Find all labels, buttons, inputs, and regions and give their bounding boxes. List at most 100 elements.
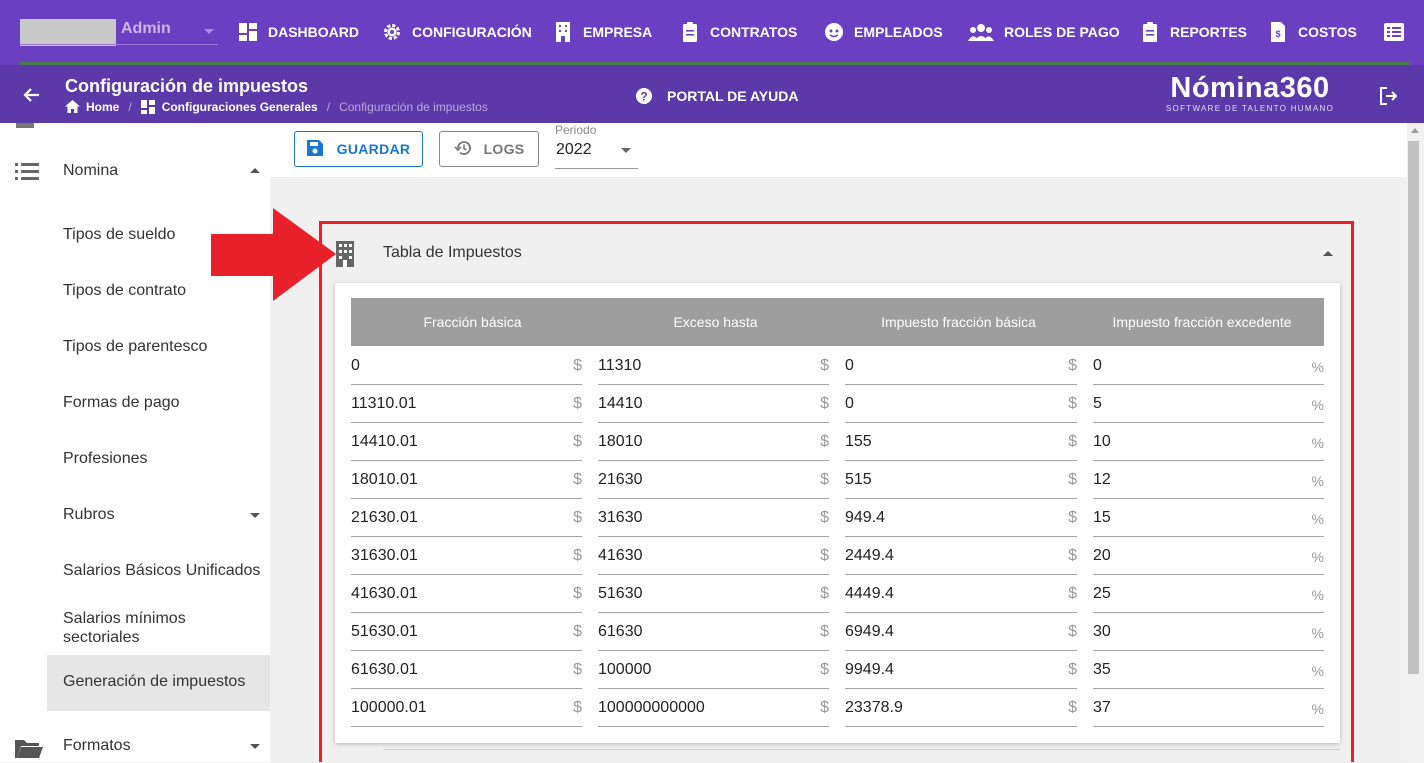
cell-value: 41630	[598, 547, 643, 564]
brand-logo: Nómina360 SOFTWARE DE TALENTO HUMANO	[1160, 73, 1340, 113]
table-cell-input[interactable]: 100000 $	[598, 651, 829, 689]
chevron-down-icon[interactable]	[621, 148, 631, 153]
nav-contratos[interactable]: CONTRATOS	[680, 20, 797, 44]
table-cell-input[interactable]: 11310 $	[598, 347, 829, 385]
table-cell-input[interactable]: 23378.9 $	[845, 689, 1077, 727]
user-avatar[interactable]	[20, 19, 116, 46]
table-cell-input[interactable]: 4449.4 $	[845, 575, 1077, 613]
nav-reportes[interactable]: REPORTES	[1140, 20, 1247, 44]
table-cell-input[interactable]: 0 $	[845, 385, 1077, 423]
sidebar-item-rubros[interactable]: Rubros	[63, 506, 115, 524]
percent-unit: %	[1311, 625, 1324, 641]
sidebar-item-formas-de-pago[interactable]: Formas de pago	[63, 394, 180, 412]
table-cell-input[interactable]: 14410.01 $	[351, 423, 582, 461]
table-cell-input[interactable]: 41630 $	[598, 537, 829, 575]
table-cell-input[interactable]: 21630 $	[598, 461, 829, 499]
chevron-down-icon[interactable]	[250, 513, 260, 518]
table-cell-input[interactable]: 14410 $	[598, 385, 829, 423]
user-select-underline	[20, 44, 218, 45]
table-cell-input[interactable]: 0 $	[351, 347, 582, 385]
table-cell-input[interactable]: 31630 $	[598, 499, 829, 537]
table-cell-input[interactable]: 30%	[1093, 613, 1324, 651]
table-cell-input[interactable]: 9949.4 $	[845, 651, 1077, 689]
cell-value: 51630	[598, 585, 643, 602]
table-cell-input[interactable]: 20%	[1093, 537, 1324, 575]
table-cell-input[interactable]: 41630.01 $	[351, 575, 582, 613]
table-cell-input[interactable]: 0 $	[845, 347, 1077, 385]
logout-icon[interactable]	[1380, 87, 1398, 105]
table-cell-input[interactable]: 35%	[1093, 651, 1324, 689]
column-header: Fracción básica	[423, 314, 522, 330]
dollar-unit: $	[573, 471, 582, 488]
table-cell-input[interactable]: 51630 $	[598, 575, 829, 613]
table-cell-input[interactable]: 18010.01 $	[351, 461, 582, 499]
page-header: Configuración de impuestos Home / Config…	[0, 65, 1424, 123]
dollar-unit: $	[573, 585, 582, 602]
table-cell-input[interactable]: 5%	[1093, 385, 1324, 423]
table-cell-input[interactable]: 949.4 $	[845, 499, 1077, 537]
nav-configuracion[interactable]: CONFIGURACIÓN	[382, 20, 532, 44]
table-cell-input[interactable]: 12%	[1093, 461, 1324, 499]
sidebar-item-tipos-de-parentesco[interactable]: Tipos de parentesco	[63, 338, 207, 356]
chevron-up-icon[interactable]	[250, 168, 260, 173]
nav-label: EMPRESA	[583, 24, 653, 40]
table-cell-input[interactable]: 515 $	[845, 461, 1077, 499]
chevron-up-icon[interactable]	[1323, 251, 1333, 256]
table-cell-input[interactable]: 25%	[1093, 575, 1324, 613]
table-cell-input[interactable]: 100000.01 $	[351, 689, 582, 727]
sidebar-section-nomina[interactable]: Nomina	[63, 162, 118, 180]
table-cell-input[interactable]: 155 $	[845, 423, 1077, 461]
scroll-up-arrow-icon[interactable]	[1411, 128, 1419, 133]
dollar-unit: $	[820, 547, 829, 564]
table-cell-input[interactable]: 6949.4 $	[845, 613, 1077, 651]
table-cell-input[interactable]: 61630.01 $	[351, 651, 582, 689]
sidebar-item-salarios-minimos[interactable]: Salarios mínimos sectoriales	[63, 609, 253, 647]
nav-label: CONFIGURACIÓN	[412, 24, 532, 40]
cell-value: 9949.4	[845, 661, 894, 678]
table-cell-input[interactable]: 51630.01 $	[351, 613, 582, 651]
help-portal-link[interactable]: ? PORTAL DE AYUDA	[636, 88, 798, 104]
nav-costos[interactable]: $ COSTOS	[1268, 20, 1357, 44]
scrollbar-thumb[interactable]	[1408, 141, 1419, 674]
dollar-unit: $	[1068, 357, 1077, 374]
sidebar-item-salarios-basicos[interactable]: Salarios Básicos Unificados	[63, 562, 260, 580]
breadcrumb-separator: /	[128, 100, 132, 114]
user-menu-caret-icon[interactable]	[204, 29, 214, 34]
cell-value: 949.4	[845, 509, 886, 526]
table-cell-input[interactable]: 11310.01 $	[351, 385, 582, 423]
sidebar-item-generacion-de-impuestos[interactable]: Generación de impuestos	[47, 655, 270, 711]
user-name[interactable]: Admin	[121, 20, 171, 38]
table-cell-input[interactable]: 10%	[1093, 423, 1324, 461]
table-cell-input[interactable]: 2449.4 $	[845, 537, 1077, 575]
table-cell-input[interactable]: 61630 $	[598, 613, 829, 651]
periodo-select[interactable]: 2022	[556, 141, 592, 159]
nav-empleados[interactable]: EMPLEADOS	[824, 20, 943, 44]
table-cell-input[interactable]: 31630.01 $	[351, 537, 582, 575]
nav-roles-de-pago[interactable]: ROLES DE PAGO	[968, 20, 1120, 44]
table-cell-input[interactable]: 0%	[1093, 347, 1324, 385]
table-cell-input[interactable]: 18010 $	[598, 423, 829, 461]
table-cell-input[interactable]: 21630.01 $	[351, 499, 582, 537]
sidebar-item-profesiones[interactable]: Profesiones	[63, 450, 148, 468]
save-button[interactable]: GUARDAR	[294, 131, 423, 167]
sidebar-item-tipos-de-contrato[interactable]: Tipos de contrato	[63, 282, 186, 300]
dollar-unit: $	[820, 661, 829, 678]
table-cell-input[interactable]: 100000000000 $	[598, 689, 829, 727]
sidebar-item-tipos-de-sueldo[interactable]: Tipos de sueldo	[63, 226, 175, 244]
logs-button[interactable]: LOGS	[439, 131, 539, 167]
svg-text:$: $	[1275, 29, 1280, 39]
table-cell-input[interactable]: 15%	[1093, 499, 1324, 537]
cell-value: 23378.9	[845, 699, 903, 716]
chevron-down-icon[interactable]	[250, 744, 260, 749]
nav-more[interactable]	[1384, 20, 1414, 44]
sidebar-section-formatos[interactable]: Formatos	[63, 737, 131, 755]
panel-title[interactable]: Tabla de Impuestos	[383, 244, 522, 262]
breadcrumb-configuraciones-generales[interactable]: Configuraciones Generales	[162, 100, 318, 114]
dollar-unit: $	[1068, 509, 1077, 526]
table-cell-input[interactable]: 37%	[1093, 689, 1324, 727]
breadcrumb-home[interactable]: Home	[86, 100, 119, 114]
nav-empresa[interactable]: EMPRESA	[553, 20, 652, 44]
logs-label: LOGS	[483, 141, 525, 157]
nav-dashboard[interactable]: DASHBOARD	[238, 20, 359, 44]
back-arrow-icon[interactable]	[22, 85, 42, 105]
